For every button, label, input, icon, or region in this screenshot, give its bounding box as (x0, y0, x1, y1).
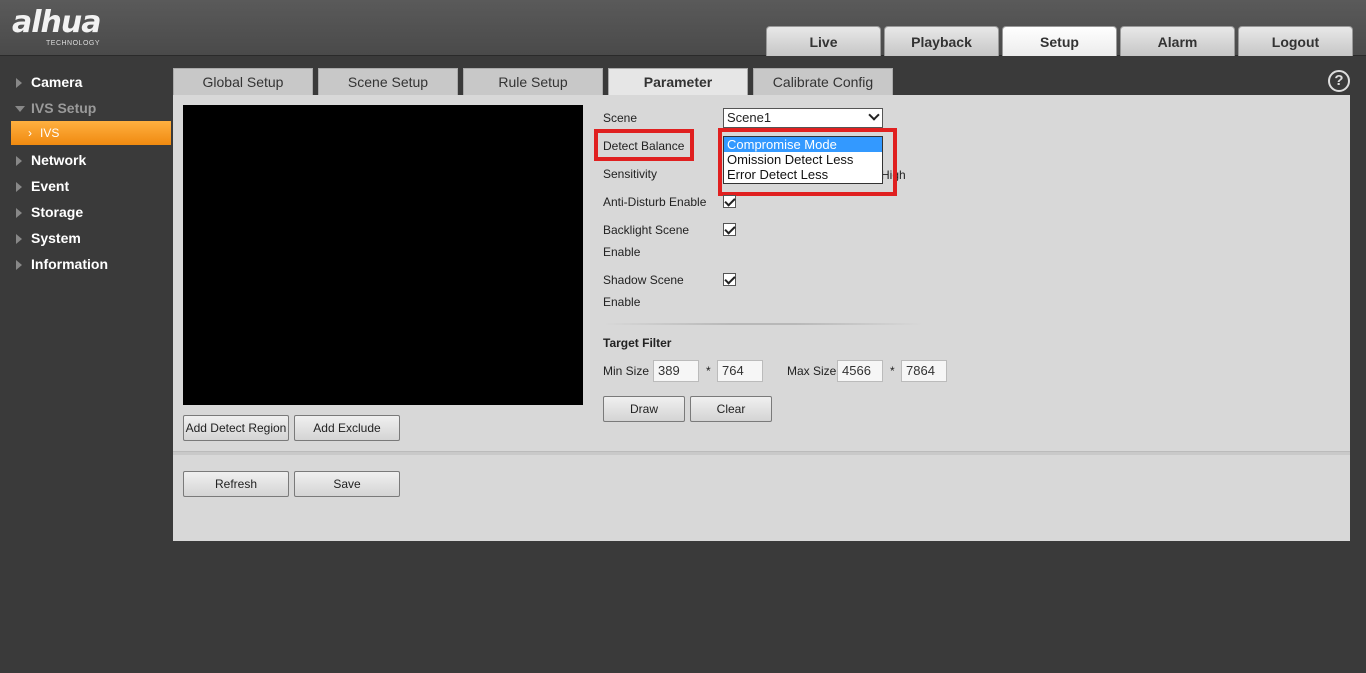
times-label: * (706, 364, 711, 378)
sensitivity-label: Sensitivity (603, 167, 658, 181)
clear-button[interactable]: Clear (690, 396, 772, 422)
sidebar-item-label: Storage (31, 204, 84, 220)
tab-scene-setup[interactable]: Scene Setup (318, 68, 458, 95)
highlight-box (718, 128, 897, 196)
max-width-input[interactable]: 4566 (837, 360, 883, 382)
sidebar-item-label: Event (31, 178, 70, 194)
logo-text: alhua (12, 5, 101, 40)
shadow-checkbox[interactable] (723, 273, 736, 286)
tab-alarm[interactable]: Alarm (1120, 26, 1235, 56)
times-label: * (890, 364, 895, 378)
sidebar-item-network[interactable]: Network (0, 147, 172, 173)
collapse-arrow-icon (15, 106, 25, 112)
min-size-label: Min Size (603, 364, 650, 378)
min-width-input[interactable]: 389 (653, 360, 699, 382)
tab-parameter[interactable]: Parameter (608, 68, 748, 95)
content-panel: Add Detect Region Add Exclude Scene Scen… (173, 95, 1350, 541)
scene-select-value: Scene1 (727, 110, 772, 125)
scene-select[interactable]: Scene1 (723, 108, 883, 128)
tab-rule-setup[interactable]: Rule Setup (463, 68, 603, 95)
sidebar-item-system[interactable]: System (0, 225, 172, 251)
divider (173, 451, 1350, 455)
draw-button[interactable]: Draw (603, 396, 685, 422)
sidebar-item-label: Information (31, 256, 108, 272)
tab-global-setup[interactable]: Global Setup (173, 68, 313, 95)
refresh-button[interactable]: Refresh (183, 471, 289, 497)
sidebar-item-information[interactable]: Information (0, 251, 172, 277)
anti-disturb-checkbox[interactable] (723, 195, 736, 208)
expand-arrow-icon (16, 78, 22, 88)
backlight-label: Backlight Scene (603, 223, 690, 237)
save-button[interactable]: Save (294, 471, 400, 497)
backlight-checkbox[interactable] (723, 223, 736, 236)
highlight-box (594, 129, 694, 161)
tab-live[interactable]: Live (766, 26, 881, 56)
anti-disturb-label: Anti-Disturb Enable (603, 195, 707, 209)
tab-setup[interactable]: Setup (1002, 26, 1117, 56)
min-height-input[interactable]: 764 (717, 360, 763, 382)
sidebar-item-label: System (31, 230, 81, 246)
divider (603, 323, 923, 325)
chevron-down-icon (868, 109, 880, 121)
max-height-input[interactable]: 7864 (901, 360, 947, 382)
sidebar-item-label: IVS (40, 126, 60, 140)
expand-arrow-icon (16, 208, 22, 218)
sidebar-item-label: Camera (31, 74, 83, 90)
sidebar-item-ivs[interactable]: › IVS (11, 121, 171, 145)
top-nav: Live Playback Setup Alarm Logout (766, 26, 1356, 56)
add-detect-region-button[interactable]: Add Detect Region (183, 415, 289, 441)
max-size-label: Max Size (787, 364, 837, 378)
sidebar-item-camera[interactable]: Camera (0, 69, 172, 95)
expand-arrow-icon (16, 234, 22, 244)
expand-arrow-icon (16, 260, 22, 270)
help-icon[interactable]: ? (1328, 70, 1350, 92)
header-bar: alhua TECHNOLOGY Live Playback Setup Ala… (0, 0, 1366, 56)
tab-logout[interactable]: Logout (1238, 26, 1353, 56)
expand-arrow-icon (16, 182, 22, 192)
tab-calibrate-config[interactable]: Calibrate Config (753, 68, 893, 95)
shadow-label-line2: Enable (603, 295, 641, 309)
sidebar-item-label: Network (31, 152, 87, 168)
shadow-label: Shadow Scene (603, 273, 684, 287)
backlight-label-line2: Enable (603, 245, 641, 259)
sidebar-item-storage[interactable]: Storage (0, 199, 172, 225)
target-filter-heading: Target Filter (603, 336, 672, 350)
sidebar: Camera IVS Setup › IVS Network Event Sto… (0, 57, 172, 277)
sidebar-item-ivs-setup[interactable]: IVS Setup (0, 95, 172, 121)
add-exclude-button[interactable]: Add Exclude (294, 415, 400, 441)
brand-logo: alhua TECHNOLOGY (12, 5, 101, 48)
video-preview[interactable] (183, 105, 583, 405)
scene-label: Scene (603, 111, 638, 125)
sidebar-item-label: IVS Setup (31, 100, 97, 116)
sidebar-item-event[interactable]: Event (0, 173, 172, 199)
chevron-right-icon: › (28, 126, 32, 140)
tab-playback[interactable]: Playback (884, 26, 999, 56)
sub-tabs: Global Setup Scene Setup Rule Setup Para… (173, 68, 898, 95)
logo-subtext: TECHNOLOGY (46, 40, 101, 47)
expand-arrow-icon (16, 156, 22, 166)
